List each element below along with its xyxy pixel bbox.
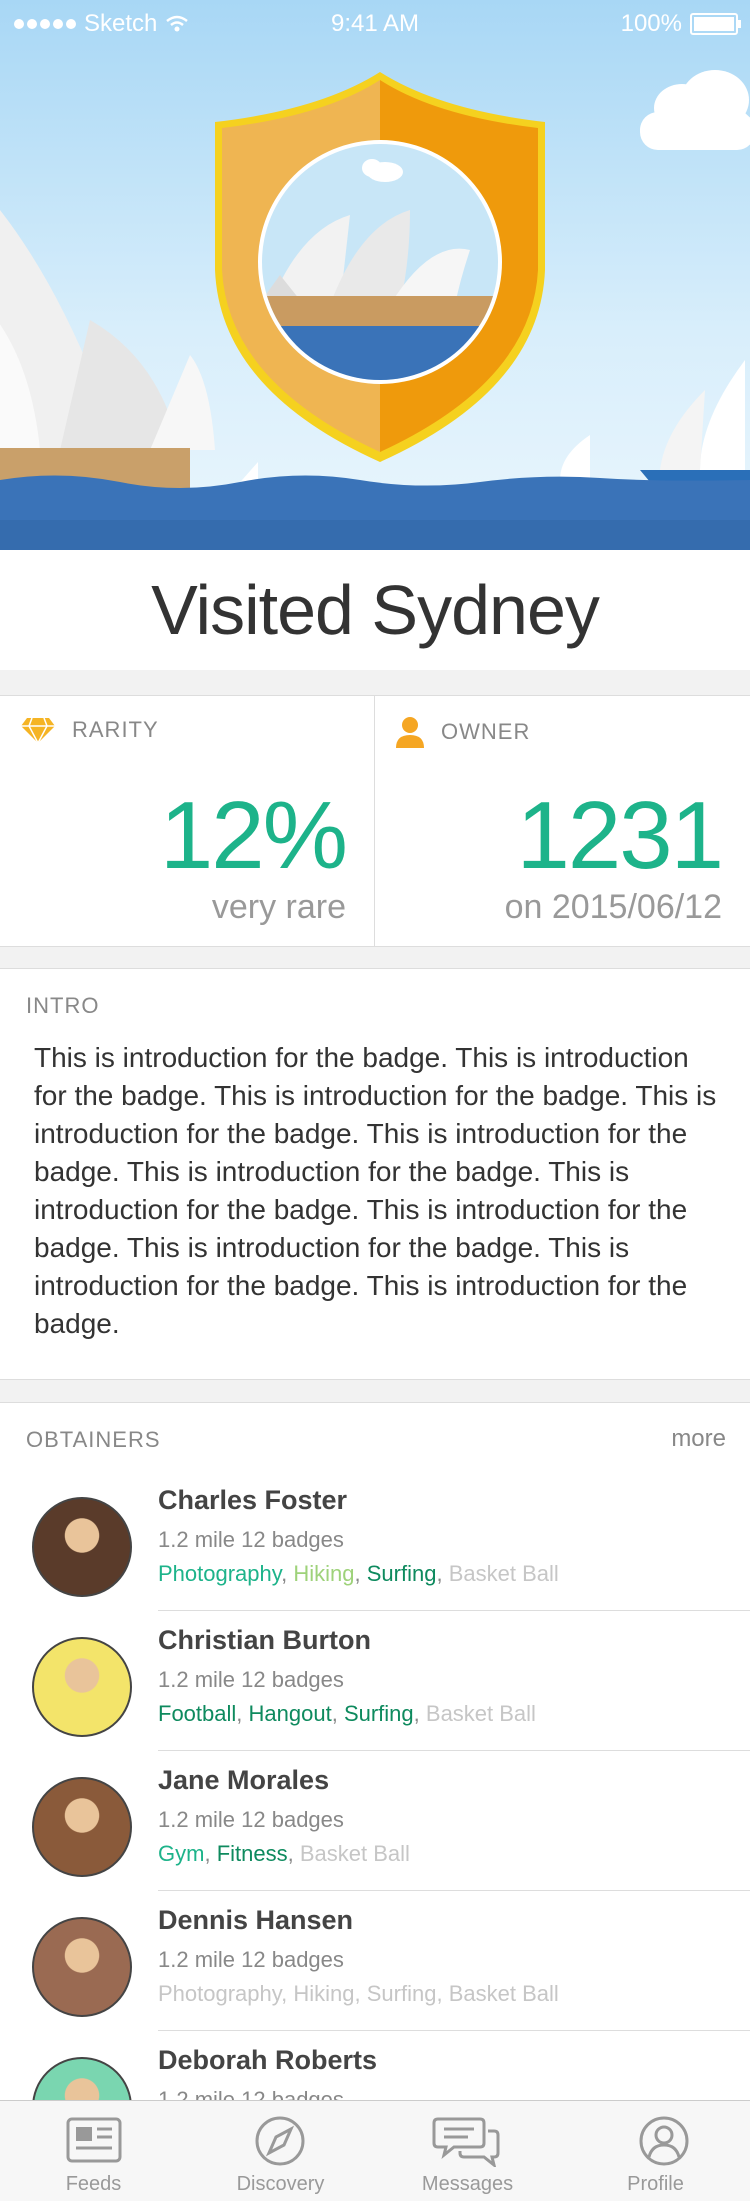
owner-sub: on 2015/06/12 [504,888,722,926]
tab-profile[interactable]: Profile [561,2101,750,2201]
rarity-value: 12% [159,782,348,889]
badge-title: Visited Sydney [151,571,600,649]
status-bar: Sketch 9:41 AM 100% [0,0,750,40]
intro-section: INTRO This is introduction for the badge… [0,968,750,1380]
owner-label: OWNER [441,719,531,744]
rarity-stat: RARITY 12% very rare [0,696,375,946]
interest-tag[interactable]: Surfing [344,1701,414,1726]
tag-separator: , [281,1561,294,1586]
interest-tag[interactable]: Photography [158,1981,281,2006]
interest-tag[interactable]: Basket Ball [449,1981,559,2006]
tab-discovery-label: Discovery [236,2173,325,2195]
intro-label: INTRO [26,993,100,1018]
obtainers-section: OBTAINERS more Charles Foster 1.2 mile 12… [0,1402,750,2157]
badge-hero: Sketch 9:41 AM 100% [0,0,750,550]
badge-stats: RARITY 12% very rare OWNER 1231 on 2015/… [0,695,750,947]
badge-title-card: Visited Sydney [0,550,750,670]
interest-tag[interactable]: Photography [158,1561,281,1586]
interest-tag[interactable]: Surfing [367,1561,437,1586]
sydney-illustration [0,70,750,550]
battery-percent: 100% [620,10,682,37]
obtainer-row[interactable]: Dennis Hansen 1.2 mile 12 badges Photograp… [0,1891,750,2031]
obtainer-tags: Photography, Hiking, Surfing, Basket Bal… [158,1561,559,1587]
interest-tag[interactable]: Fitness [217,1841,288,1866]
interest-tag[interactable]: Basket Ball [300,1841,410,1866]
interest-tag[interactable]: Basket Ball [426,1701,536,1726]
tab-bar: Feeds Discovery Messages Profile [0,2100,750,2201]
interest-tag[interactable]: Football [158,1701,236,1726]
profile-icon [639,2116,689,2166]
tag-separator: , [436,1981,449,2006]
tag-separator: , [287,1841,300,1866]
newspaper-icon [66,2117,122,2163]
interest-tag[interactable]: Basket Ball [449,1561,559,1586]
tag-separator: , [354,1561,367,1586]
obtainer-meta: 1.2 mile 12 badges [158,1947,344,1972]
battery-group: 100% [620,10,741,38]
interest-tag[interactable]: Surfing [367,1981,437,2006]
interest-tag[interactable]: Hiking [293,1981,354,2006]
rarity-label: RARITY [72,717,159,742]
tab-discovery[interactable]: Discovery [187,2101,374,2201]
obtainer-tags: Photography, Hiking, Surfing, Basket Bal… [158,1981,559,2007]
compass-icon [255,2116,305,2166]
obtainer-tags: Football, Hangout, Surfing, Basket Ball [158,1701,536,1727]
shield-badge-icon [215,72,545,462]
owner-stat: OWNER 1231 on 2015/06/12 [375,696,750,946]
tag-separator: , [354,1981,367,2006]
obtainer-name: Deborah Roberts [158,2045,378,2075]
interest-tag[interactable]: Hangout [249,1701,332,1726]
interest-tag[interactable]: Gym [158,1841,204,1866]
tag-separator: , [236,1701,249,1726]
obtainer-row[interactable]: Jane Morales 1.2 mile 12 badges Gym, Fitne… [0,1751,750,1891]
diamond-icon [21,717,55,744]
avatar[interactable] [32,1917,132,2017]
obtainers-label: OBTAINERS [26,1427,161,1452]
obtainer-row[interactable]: Charles Foster 1.2 mile 12 badges Photogra… [0,1471,750,1611]
avatar[interactable] [32,1777,132,1877]
obtainer-meta: 1.2 mile 12 badges [158,1807,344,1832]
obtainer-tags: Gym, Fitness, Basket Ball [158,1841,410,1867]
avatar[interactable] [32,1637,132,1737]
intro-text: This is introduction for the badge. This… [34,1042,717,1339]
rarity-sub: very rare [211,888,346,926]
chat-bubbles-icon [432,2117,500,2167]
tab-messages-label: Messages [421,2173,514,2195]
obtainer-name: Charles Foster [158,1485,348,1515]
tag-separator: , [204,1841,217,1866]
more-link[interactable]: more [671,1425,726,1453]
obtainer-meta: 1.2 mile 12 badges [158,1527,344,1552]
tab-profile-label: Profile [627,2173,684,2195]
tab-messages[interactable]: Messages [374,2101,561,2201]
tab-feeds-label: Feeds [65,2173,122,2195]
obtainer-name: Dennis Hansen [158,1905,354,1935]
obtainer-name: Christian Burton [158,1625,371,1655]
user-icon [396,717,424,748]
tag-separator: , [413,1701,426,1726]
avatar[interactable] [32,1497,132,1597]
obtainer-name: Jane Morales [158,1765,330,1795]
tag-separator: , [331,1701,344,1726]
tag-separator: , [436,1561,449,1586]
battery-icon [690,13,741,35]
tab-feeds[interactable]: Feeds [0,2101,187,2201]
obtainer-row[interactable]: Christian Burton 1.2 mile 12 badges Footba… [0,1611,750,1751]
obtainer-meta: 1.2 mile 12 badges [158,1667,344,1692]
interest-tag[interactable]: Hiking [293,1561,354,1586]
tag-separator: , [281,1981,294,2006]
owner-value: 1231 [516,782,724,889]
